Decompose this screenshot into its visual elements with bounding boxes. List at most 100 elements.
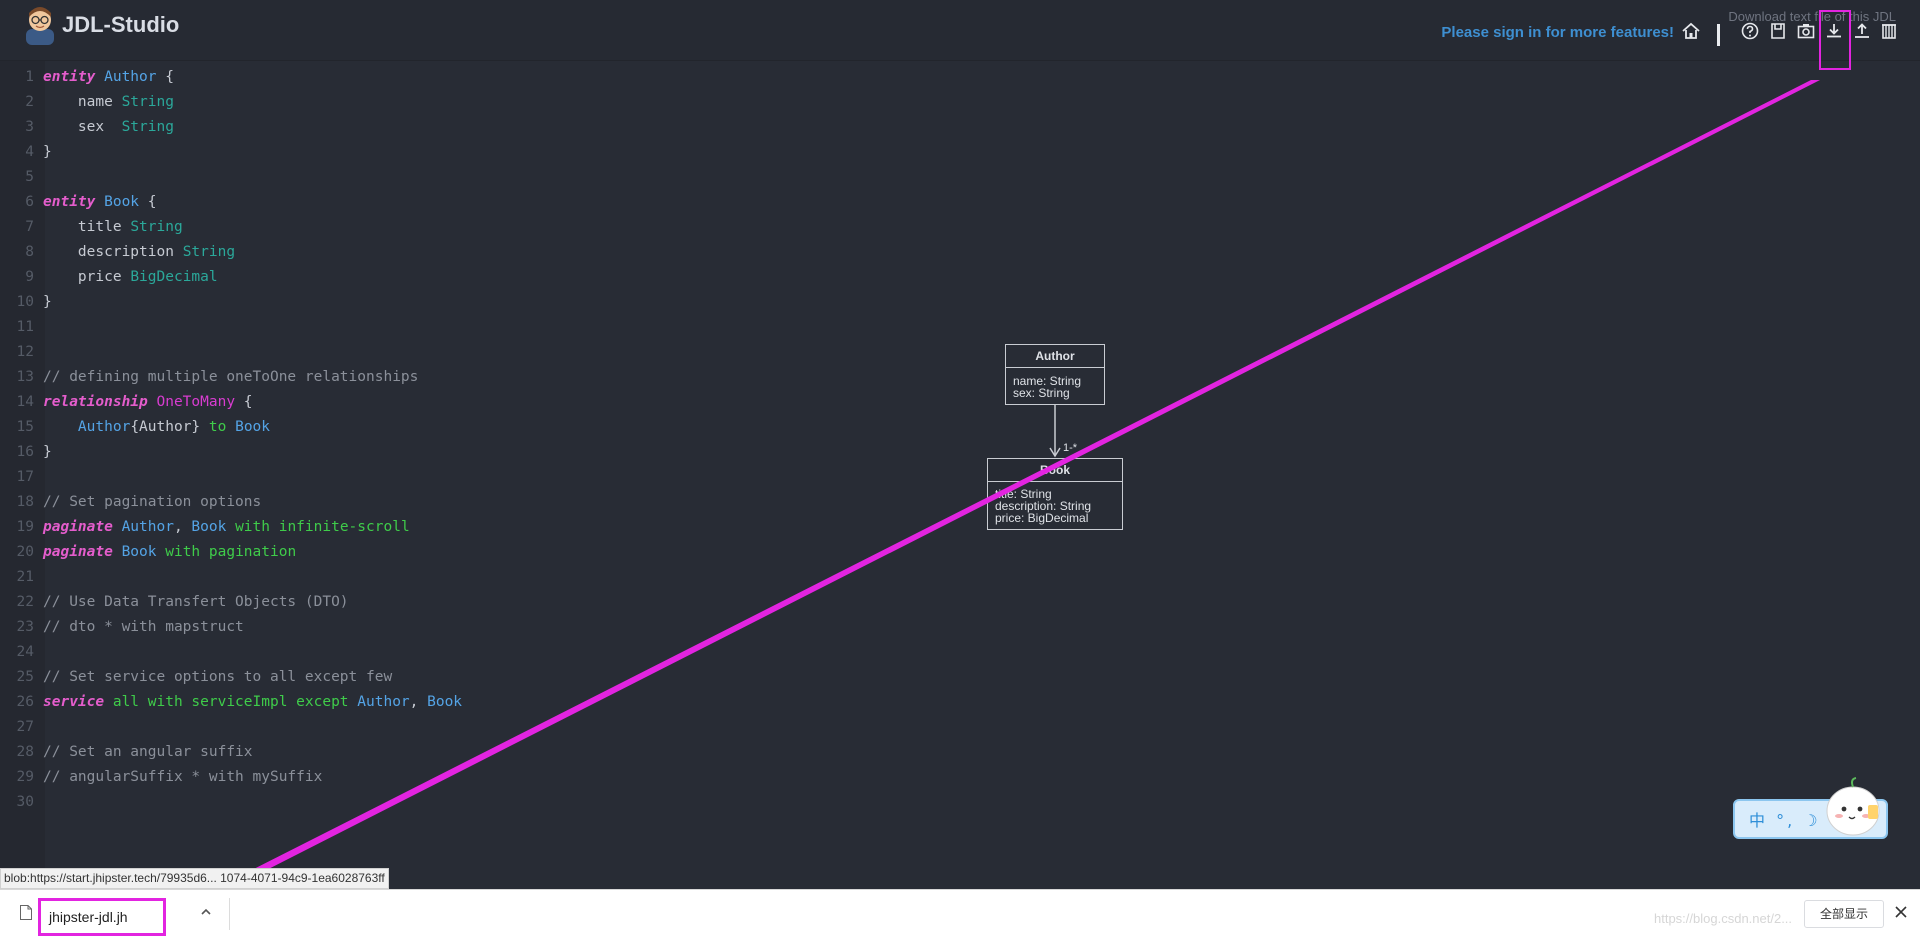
line-number: 30: [16, 794, 34, 810]
code-token: description: [43, 244, 183, 260]
code-token: Book: [95, 194, 140, 210]
code-token: {: [156, 69, 174, 85]
author-entity-box[interactable]: Author name: String sex: String: [1005, 344, 1105, 405]
relationship-multiplicity: 1-*: [1063, 442, 1078, 454]
entity-field: price: BigDecimal: [995, 511, 1089, 525]
line-number: 5: [25, 169, 34, 185]
code-line: 25 // Set service options to all except f…: [0, 665, 1000, 690]
file-icon: [20, 905, 32, 920]
code-token: }: [43, 144, 52, 160]
home-icon[interactable]: [1680, 20, 1702, 42]
code-token: OneToMany: [147, 394, 236, 410]
line-number: 25: [16, 669, 34, 685]
code-token: Author: [77, 419, 131, 435]
code-token: {: [235, 394, 253, 410]
book-entity-box[interactable]: Book title: String description: String p…: [987, 458, 1123, 530]
code-line: 18 // Set pagination options: [0, 490, 1000, 515]
code-token: price: [43, 269, 131, 285]
code-token: Author: [112, 519, 174, 535]
code-line: 6 entity Book {: [0, 190, 1000, 215]
code-token: // Use Data Transfert Objects (DTO): [43, 594, 349, 610]
code-token: paginate: [43, 544, 113, 560]
line-number: 27: [16, 719, 34, 735]
ime-mascot-icon[interactable]: [1820, 775, 1886, 841]
line-number: 1: [25, 69, 34, 85]
code-line: 23 // dto * with mapstruct: [0, 615, 1000, 640]
code-token: relationship: [43, 394, 148, 410]
code-line: 19 paginate Author, Book with infinite-sc…: [0, 515, 1000, 540]
line-number: 6: [25, 194, 34, 210]
app-header: JDL-Studio Please sign in for more featu…: [0, 0, 1920, 70]
help-icon[interactable]: [1739, 20, 1761, 42]
close-icon[interactable]: [1893, 904, 1909, 920]
code-text: // Set pagination options: [43, 490, 261, 515]
line-number: 26: [16, 694, 34, 710]
line-number: 4: [25, 144, 34, 160]
code-line: 13 // defining multiple oneToOne relation…: [0, 365, 1000, 390]
sign-in-link[interactable]: Please sign in for more features!: [1441, 24, 1674, 41]
code-token: paginate: [43, 519, 113, 535]
code-token: String: [182, 244, 236, 260]
code-token: name: [43, 94, 122, 110]
code-line: 29 // angularSuffix * with mySuffix: [0, 765, 1000, 790]
line-number: 15: [16, 419, 34, 435]
jhipster-logo-icon[interactable]: [23, 5, 57, 45]
chevron-up-icon[interactable]: [198, 904, 214, 920]
line-number: 16: [16, 444, 34, 460]
line-number: 13: [16, 369, 34, 385]
code-token: BigDecimal: [130, 269, 218, 285]
download-item[interactable]: jhipster-jdl.jh: [38, 898, 166, 936]
code-line: 8 description String: [0, 240, 1000, 265]
save-icon[interactable]: [1767, 20, 1789, 42]
line-number: 12: [16, 344, 34, 360]
code-token: Book: [112, 544, 157, 560]
code-line: 7 title String: [0, 215, 1000, 240]
code-line: 17: [0, 465, 1000, 490]
toolbar-separator: [1717, 24, 1720, 46]
code-token: sex: [43, 119, 122, 135]
code-token: String: [121, 119, 174, 135]
code-token: // Set pagination options: [43, 494, 262, 510]
code-line: 10}: [0, 290, 1000, 315]
camera-icon[interactable]: [1795, 20, 1817, 42]
code-token: all with serviceImpl except: [104, 694, 349, 710]
code-token: with infinite-scroll: [226, 519, 410, 535]
line-number: 7: [25, 219, 34, 235]
code-line: 30: [0, 790, 1000, 815]
code-line: 14 relationship OneToMany {: [0, 390, 1000, 415]
code-token: Book: [226, 419, 271, 435]
delete-icon[interactable]: [1878, 20, 1900, 42]
code-text: // dto * with mapstruct: [43, 615, 244, 640]
line-number: 22: [16, 594, 34, 610]
code-text: relationship OneToMany {: [43, 390, 253, 415]
line-number: 8: [25, 244, 34, 260]
jdl-code-editor[interactable]: 1 entity Author { 2 name String 3 sex Str…: [0, 65, 1000, 815]
code-token: }: [43, 444, 52, 460]
line-number: 3: [25, 119, 34, 135]
code-text: // angularSuffix * with mySuffix: [43, 765, 322, 790]
code-token: to: [200, 419, 227, 435]
upload-icon[interactable]: [1851, 20, 1873, 42]
line-number: 28: [16, 744, 34, 760]
relationship-arrow-icon: [1049, 404, 1061, 458]
code-token: title: [43, 219, 131, 235]
show-all-button[interactable]: 全部显示: [1804, 900, 1884, 928]
download-bar: jhipster-jdl.jh https://blog.csdn.net/2.…: [0, 889, 1920, 939]
code-text: // Use Data Transfert Objects (DTO): [43, 590, 349, 615]
code-token: Book: [182, 519, 227, 535]
code-text: description String: [43, 240, 235, 265]
line-number: 2: [25, 94, 34, 110]
code-line: 24: [0, 640, 1000, 665]
code-text: price BigDecimal: [43, 265, 218, 290]
download-icon[interactable]: [1823, 20, 1845, 42]
code-token: {Author}: [130, 419, 201, 435]
code-text: paginate Author, Book with infinite-scro…: [43, 515, 410, 540]
code-token: service: [43, 694, 105, 710]
code-token: String: [121, 94, 174, 110]
code-text: // Set service options to all except few: [43, 665, 392, 690]
watermark-text: https://blog.csdn.net/2...: [1654, 911, 1793, 926]
code-line: 28 // Set an angular suffix: [0, 740, 1000, 765]
code-line: 1 entity Author {: [0, 65, 1000, 90]
code-token: Author: [95, 69, 157, 85]
